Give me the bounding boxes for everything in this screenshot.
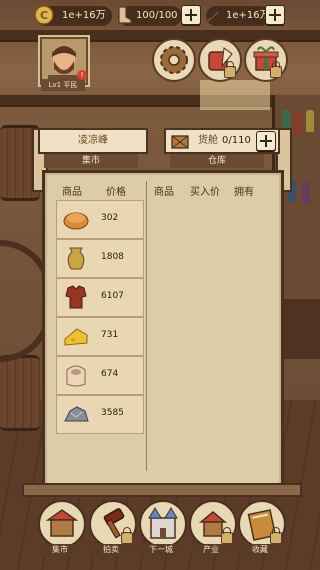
gems-add-button[interactable]	[265, 5, 285, 25]
sell-header-item: 商品	[62, 187, 82, 198]
crate-icon	[171, 135, 189, 149]
tab-warehouse-label: 仓库	[207, 156, 226, 166]
goods-row-cheese[interactable]: 731	[56, 317, 144, 356]
gift-button[interactable]	[244, 38, 288, 82]
nav-market-label: 集市	[40, 544, 80, 556]
lock-icon	[221, 527, 233, 544]
sell-header-price: 价格	[106, 187, 126, 198]
goods-row-urn[interactable]: 1808	[56, 239, 144, 278]
barrel	[0, 355, 40, 431]
lock-icon	[224, 61, 236, 78]
nav-collection-button[interactable]	[238, 500, 286, 548]
nav-market-button[interactable]	[38, 500, 86, 548]
skills-button[interactable]	[198, 38, 242, 82]
cargo-add-button[interactable]	[256, 131, 276, 151]
notification-badge: !	[77, 70, 87, 80]
goods-row-cloth[interactable]: 674	[56, 356, 144, 395]
cargo-value: 0/110	[222, 135, 251, 146]
location-name: 凌凉峰	[78, 135, 108, 146]
nav-collection-label: 收藏	[240, 544, 280, 556]
gear-button[interactable]	[152, 38, 196, 82]
tab-warehouse[interactable]: 仓库	[170, 154, 264, 168]
stamina-value: 100/100	[136, 10, 178, 21]
gems-value: 1e+16万	[226, 10, 270, 21]
goods-price: 1808	[101, 252, 124, 262]
goods-price: 6107	[101, 291, 124, 301]
nav-property-button[interactable]	[189, 500, 237, 548]
cheese-icon	[64, 328, 88, 346]
bread-icon	[63, 212, 89, 230]
nav-auction-label: 拍卖	[91, 544, 131, 556]
tab-market-label: 集市	[81, 156, 100, 166]
coin-icon: C	[34, 5, 54, 25]
goods-price: 302	[101, 213, 119, 223]
castle-icon	[148, 507, 178, 539]
lock-icon	[121, 527, 133, 544]
tab-market[interactable]: 集市	[44, 154, 138, 168]
gems-counter: 1e+16万	[205, 6, 270, 26]
board-divider	[146, 181, 147, 471]
bottle-icon	[306, 110, 314, 132]
bottle-icon	[294, 112, 302, 134]
stamina-counter: 100/100	[118, 6, 182, 26]
ore-icon	[64, 406, 89, 422]
market-stall-icon	[45, 509, 79, 537]
urn-icon	[67, 247, 85, 270]
nav-next-city-button[interactable]	[139, 500, 187, 548]
nav-property-label: 产业	[191, 544, 231, 556]
cargo-label: 货舱	[198, 135, 218, 146]
goods-row-bread[interactable]: 302	[56, 200, 144, 239]
coins-value: 1e+16万	[62, 10, 106, 21]
cloth-bundle-icon	[66, 365, 86, 387]
bottle-icon	[302, 182, 310, 204]
lock-icon	[270, 527, 282, 544]
goods-price: 3585	[101, 408, 124, 418]
cog-icon	[160, 46, 188, 74]
boot-icon	[118, 6, 132, 24]
window-light	[200, 80, 270, 110]
goods-price: 674	[101, 369, 119, 379]
svg-text:C: C	[40, 9, 48, 22]
goods-price: 731	[101, 330, 119, 340]
board-bottom-rail	[22, 483, 302, 497]
nav-next-city-label: 下一城	[141, 544, 181, 556]
nav-auction-button[interactable]	[89, 500, 137, 548]
player-level: Lv1 平民	[41, 79, 85, 91]
buy-header-buy-price: 买入价	[190, 187, 220, 198]
coins-counter: C 1e+16万	[34, 5, 112, 26]
lock-icon	[270, 61, 282, 78]
buy-header-item: 商品	[154, 187, 174, 198]
buy-header-owned: 拥有	[234, 187, 254, 198]
stamina-add-button[interactable]	[181, 5, 201, 25]
chest	[280, 295, 320, 359]
goods-row-armor[interactable]: 6107	[56, 278, 144, 317]
armor-icon	[65, 285, 87, 309]
sword-icon	[205, 7, 222, 23]
location-sign: 凌凉峰	[38, 128, 148, 154]
goods-row-ore[interactable]: 3585	[56, 395, 144, 434]
